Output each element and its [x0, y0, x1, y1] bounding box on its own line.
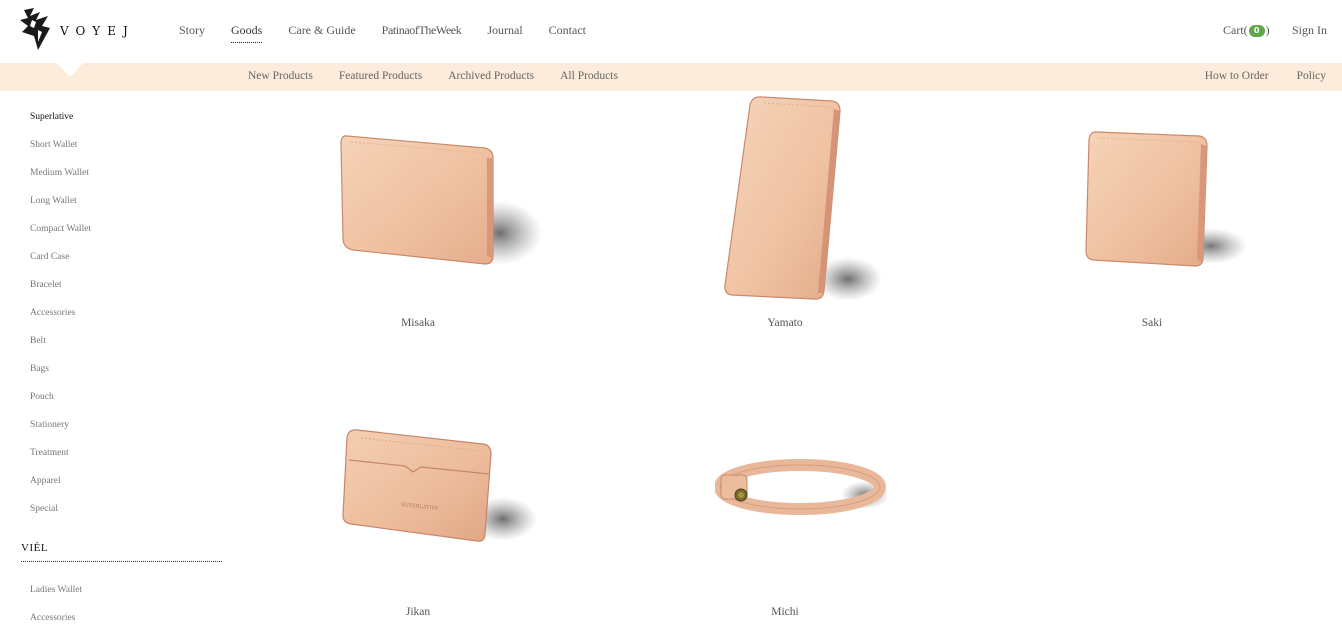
brand-name: VOYEJ: [60, 24, 135, 38]
sidebar-item-pouch[interactable]: Pouch: [30, 392, 54, 402]
cart-count-badge: 0: [1248, 24, 1265, 37]
sidebar-item-long-wallet[interactable]: Long Wallet: [30, 196, 77, 206]
nav-journal[interactable]: Journal: [487, 23, 522, 43]
sidebar-item-card-case[interactable]: Card Case: [30, 252, 69, 262]
sidebar-item-compact-wallet[interactable]: Compact Wallet: [30, 224, 91, 234]
sidebar-item-treatment[interactable]: Treatment: [30, 448, 69, 458]
subnav-all-products[interactable]: All Products: [560, 70, 618, 82]
product-name-misaka[interactable]: Misaka: [401, 317, 435, 329]
subnav-featured-products[interactable]: Featured Products: [339, 70, 422, 82]
nav-story[interactable]: Story: [179, 23, 205, 43]
bracelet-image: [715, 459, 889, 515]
card-case-image: SUPERLATIVE: [342, 429, 537, 542]
sidebar-item-apparel[interactable]: Apparel: [30, 476, 61, 486]
compact-wallet-image: [1085, 131, 1247, 267]
sidebar-item-viel-accessories[interactable]: Accessories: [30, 613, 75, 623]
sidebar-item-ladies-wallet[interactable]: Ladies Wallet: [30, 585, 82, 595]
product-name-yamato[interactable]: Yamato: [767, 317, 802, 329]
sidebar-item-special[interactable]: Special: [30, 504, 58, 514]
long-wallet-image: [724, 96, 882, 301]
subnav-pointer-arrow: [57, 63, 83, 77]
nav-goods[interactable]: Goods: [231, 23, 263, 43]
nav-contact[interactable]: Contact: [549, 23, 586, 43]
header: VOYEJ Story Goods Care & Guide PatinaofT…: [0, 0, 1342, 63]
sidebar-item-superlative[interactable]: Superlative: [30, 112, 73, 122]
goods-subnav: New Products Featured Products Archived …: [0, 63, 1342, 91]
sidebar-divider: [21, 561, 222, 562]
ship-logo-icon: [20, 8, 50, 50]
sidebar-item-bags[interactable]: Bags: [30, 364, 49, 374]
product-name-jikan[interactable]: Jikan: [406, 606, 430, 618]
cart-label-close: ): [1265, 23, 1270, 37]
sidebar-item-bracelet[interactable]: Bracelet: [30, 280, 62, 290]
product-name-michi[interactable]: Michi: [771, 606, 798, 618]
subnav-archived-products[interactable]: Archived Products: [448, 70, 534, 82]
sidebar-heading-viel[interactable]: VIÉL: [21, 542, 48, 554]
bifold-wallet-image: [340, 135, 542, 265]
nav-care-guide[interactable]: Care & Guide: [288, 23, 355, 43]
nav-patina-of-the-week[interactable]: PatinaofTheWeek: [382, 23, 462, 43]
sidebar-item-belt[interactable]: Belt: [30, 336, 46, 346]
sidebar-item-accessories[interactable]: Accessories: [30, 308, 75, 318]
cart-label: Cart(: [1223, 23, 1248, 37]
sidebar-item-short-wallet[interactable]: Short Wallet: [30, 140, 77, 150]
subnav-how-to-order[interactable]: How to Order: [1205, 70, 1269, 82]
voyej-logo[interactable]: VOYEJ: [20, 6, 135, 52]
sign-in-link[interactable]: Sign In: [1292, 23, 1327, 38]
subnav-new-products[interactable]: New Products: [248, 70, 313, 82]
cart-link[interactable]: Cart( 0 ): [1223, 23, 1270, 38]
sidebar-item-medium-wallet[interactable]: Medium Wallet: [30, 168, 89, 178]
subnav-policy[interactable]: Policy: [1297, 70, 1326, 82]
main-nav: Story Goods Care & Guide PatinaofTheWeek…: [179, 23, 612, 43]
product-name-saki[interactable]: Saki: [1142, 317, 1162, 329]
sidebar-item-stationery[interactable]: Stationery: [30, 420, 69, 430]
